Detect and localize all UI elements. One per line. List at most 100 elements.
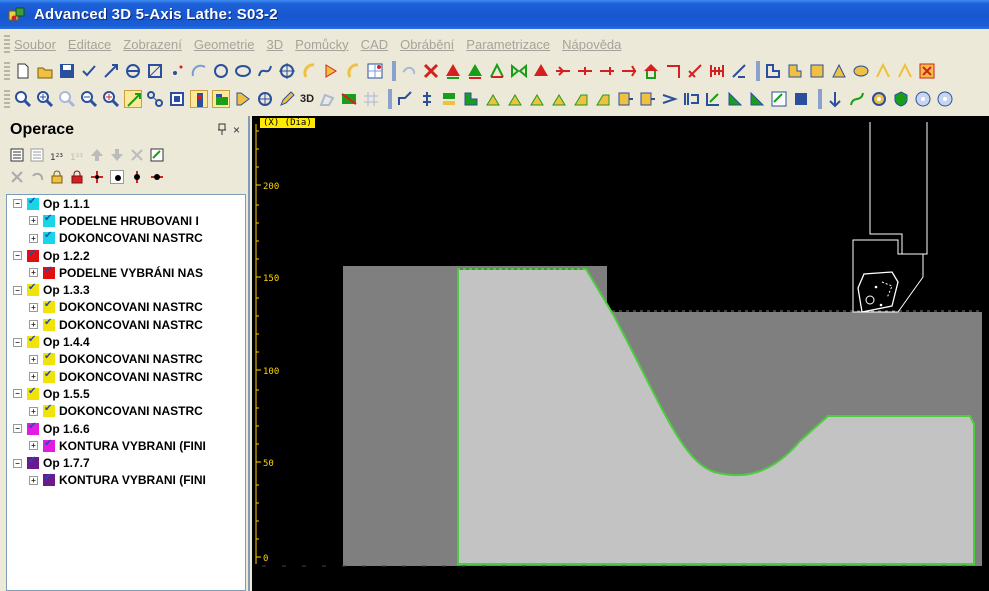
arc-icon[interactable]: [190, 62, 208, 80]
ellipse-icon[interactable]: [234, 62, 252, 80]
menu-cad[interactable]: CAD: [361, 37, 388, 52]
operation-checkbox[interactable]: [43, 265, 55, 279]
pin-icon[interactable]: [217, 123, 227, 138]
list-view-icon[interactable]: [10, 148, 24, 162]
operation-checkbox[interactable]: [43, 213, 55, 227]
operation-checkbox[interactable]: [43, 351, 55, 366]
collapse-icon[interactable]: −: [13, 424, 22, 433]
machining-op-7-icon[interactable]: [528, 90, 546, 108]
tool-view-icon[interactable]: [190, 90, 208, 108]
settings-gear-icon[interactable]: [870, 90, 888, 108]
join-icon[interactable]: [576, 62, 594, 80]
extend-icon[interactable]: [554, 62, 572, 80]
expand-icon[interactable]: +: [29, 354, 38, 364]
menu-geometrie[interactable]: Geometrie: [194, 37, 255, 52]
point-icon[interactable]: [168, 62, 186, 80]
profile-7-icon[interactable]: [896, 62, 914, 80]
operation-item[interactable]: + DOKONCOVANI NASTRC: [7, 230, 245, 247]
collapse-icon[interactable]: −: [13, 285, 22, 295]
contour-icon[interactable]: [726, 90, 744, 108]
line-arrow-icon[interactable]: [102, 62, 120, 80]
rectangle-diagonal-icon[interactable]: [146, 62, 164, 80]
stock-view-icon[interactable]: [212, 90, 230, 108]
operation-checkbox[interactable]: [27, 386, 39, 400]
lock-icon[interactable]: [50, 170, 64, 184]
menu-soubor[interactable]: Soubor: [14, 37, 56, 52]
center-icon[interactable]: [256, 90, 274, 108]
operation-checkbox[interactable]: [27, 421, 39, 435]
machining-op-8-icon[interactable]: [550, 90, 568, 108]
profile-2-icon[interactable]: [786, 62, 804, 80]
numbering-icon[interactable]: 1²³: [50, 148, 64, 163]
operation-group[interactable]: − Op 1.1.1: [7, 195, 245, 212]
panel-close-button[interactable]: ×: [233, 123, 240, 138]
3d-view-button[interactable]: 3D: [300, 93, 314, 105]
menu-napoveda[interactable]: Nápověda: [562, 37, 621, 52]
triangle-up-icon[interactable]: [444, 62, 462, 80]
breakpoint-icon[interactable]: [90, 170, 104, 184]
collapse-icon[interactable]: −: [13, 199, 22, 209]
operation-checkbox[interactable]: [43, 472, 55, 487]
operation-checkbox[interactable]: [43, 299, 55, 314]
collapse-icon[interactable]: −: [13, 389, 22, 399]
machining-op-4-icon[interactable]: [462, 90, 480, 108]
delete-icon[interactable]: [10, 170, 24, 184]
operation-checkbox[interactable]: [27, 196, 39, 210]
operation-checkbox[interactable]: [27, 282, 39, 297]
operation-group[interactable]: − Op 1.6.6: [7, 420, 245, 437]
save-icon[interactable]: [58, 62, 76, 80]
menu-parametrizace[interactable]: Parametrizace: [466, 37, 550, 52]
triangle-up-2-icon[interactable]: [466, 62, 484, 80]
expand-icon[interactable]: +: [29, 216, 38, 226]
move-up-icon[interactable]: [90, 148, 104, 162]
mirror-icon[interactable]: [510, 62, 528, 80]
step-2-icon[interactable]: [150, 170, 164, 184]
profile-5-icon[interactable]: [852, 62, 870, 80]
profile-6-icon[interactable]: [874, 62, 892, 80]
circle-line-icon[interactable]: [124, 62, 142, 80]
step-icon[interactable]: [130, 170, 144, 184]
operation-group[interactable]: − Op 1.3.3: [7, 281, 245, 298]
profile-4-icon[interactable]: [830, 62, 848, 80]
numbering-disabled-icon[interactable]: 1²³: [70, 148, 84, 163]
circle-icon[interactable]: [212, 62, 230, 80]
collapse-icon[interactable]: −: [13, 458, 22, 468]
operation-item[interactable]: + KONTURA VYBRANI (FINI: [7, 437, 245, 454]
target-circle-icon[interactable]: [278, 62, 296, 80]
pan-diagonal-icon[interactable]: [124, 90, 142, 108]
house-up-icon[interactable]: [642, 62, 660, 80]
undo-icon[interactable]: [30, 170, 44, 184]
zoom-in-icon[interactable]: [36, 90, 54, 108]
machining-op-3-icon[interactable]: [440, 90, 458, 108]
operation-item[interactable]: + DOKONCOVANI NASTRC: [7, 351, 245, 368]
groove-icon[interactable]: [682, 90, 700, 108]
measure-icon[interactable]: [730, 62, 748, 80]
menu-grip[interactable]: [4, 35, 10, 53]
undo-arrow-icon[interactable]: [400, 62, 418, 80]
expand-icon[interactable]: +: [29, 268, 38, 278]
grid-snap-icon[interactable]: [366, 62, 384, 80]
cd-2-icon[interactable]: [936, 90, 954, 108]
drill-icon[interactable]: [616, 90, 634, 108]
operations-tree[interactable]: − Op 1.1.1 + PODELNE HRUBOVANI I + DOKONCOVAN…: [6, 194, 246, 591]
profile-icon[interactable]: [764, 62, 782, 80]
cut-icon[interactable]: [130, 148, 144, 162]
expand-icon[interactable]: +: [29, 372, 38, 382]
grid-icon[interactable]: [362, 90, 380, 108]
operation-checkbox[interactable]: [43, 438, 55, 452]
machining-op-6-icon[interactable]: [506, 90, 524, 108]
arc-yellow-icon[interactable]: [300, 62, 318, 80]
machining-op-10-icon[interactable]: [594, 90, 612, 108]
tool-path-icon[interactable]: [848, 90, 866, 108]
operation-checkbox[interactable]: [43, 230, 55, 245]
expand-icon[interactable]: +: [29, 302, 38, 312]
offset-icon[interactable]: [620, 62, 638, 80]
list-view-2-icon[interactable]: [30, 148, 44, 162]
shield-icon[interactable]: [892, 90, 910, 108]
toolbar-grip[interactable]: [4, 90, 10, 108]
new-file-icon[interactable]: [14, 62, 32, 80]
operation-checkbox[interactable]: [27, 455, 39, 470]
menu-pomucky[interactable]: Pomůcky: [295, 37, 348, 52]
zoom-previous-icon[interactable]: [102, 90, 120, 108]
toolbar-grip[interactable]: [4, 62, 10, 80]
